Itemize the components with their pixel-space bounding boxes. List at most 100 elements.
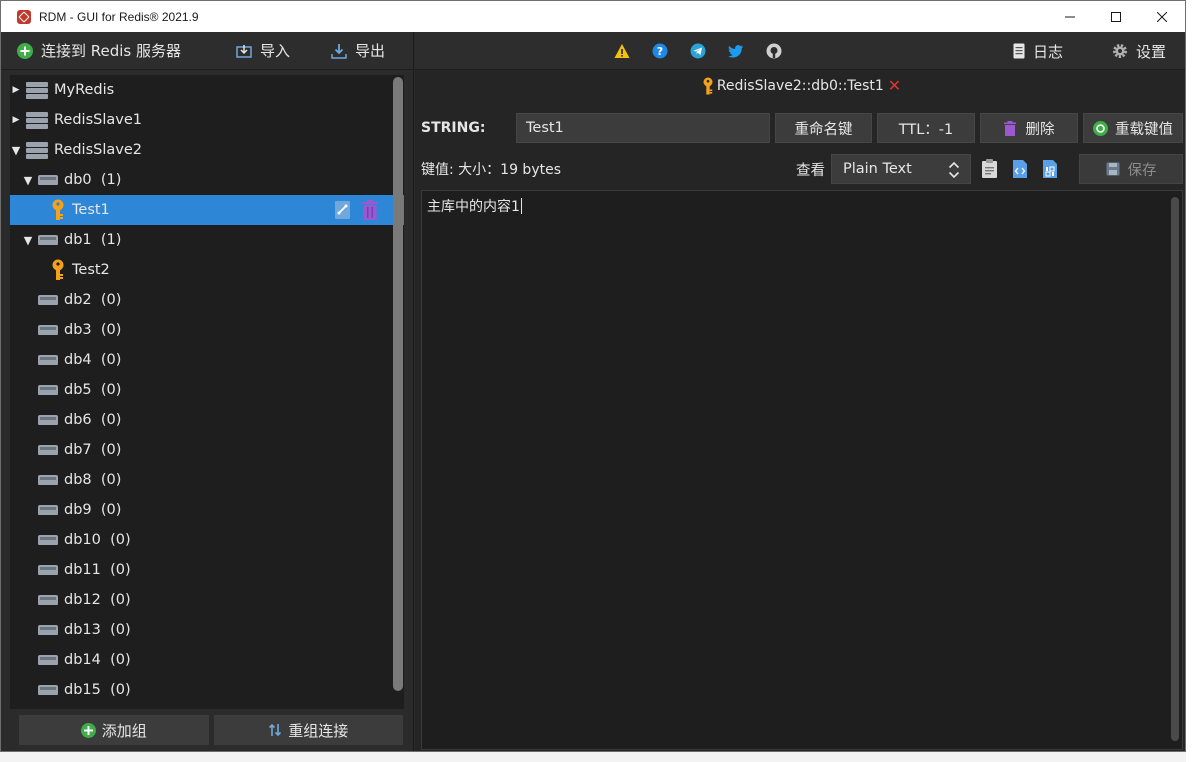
tree-db-db8[interactable]: db8 (0)	[10, 465, 404, 495]
log-icon	[1013, 43, 1025, 59]
app-window: RDM - GUI for Redis® 2021.9 连接到 Redis 服务…	[0, 0, 1186, 752]
regroup-connections-label: 重组连接	[288, 721, 349, 740]
twitter-icon[interactable]	[728, 43, 744, 59]
clipboard-icon[interactable]	[981, 159, 998, 179]
db-name: db0	[64, 172, 92, 188]
plus-circle-icon	[17, 42, 33, 59]
help-icon[interactable]: ?	[652, 43, 668, 59]
svg-text:?: ?	[657, 45, 663, 58]
database-icon	[38, 325, 58, 335]
key-icon	[52, 199, 64, 220]
binary-file-icon[interactable]	[1042, 159, 1058, 179]
tree-server-redisslave2[interactable]: ▼ RedisSlave2	[10, 135, 404, 165]
db-name: db13	[64, 622, 101, 638]
db-count: (1)	[100, 172, 122, 188]
key-detail-panel: ? 日志 设置 RedisSlave2::db0::Test1 ✕ STRING…	[415, 32, 1185, 751]
tree-db-db9[interactable]: db9 (0)	[10, 495, 404, 525]
database-icon	[38, 235, 58, 245]
ttl-button[interactable]: TTL：-1	[877, 113, 975, 143]
key-info-row: STRING: Test1 重命名键 TTL：-1 删除 重载键值	[421, 113, 1183, 143]
tree-db-db10[interactable]: db10 (0)	[10, 525, 404, 555]
text-cursor	[520, 198, 522, 214]
delete-key-button[interactable]: 删除	[980, 113, 1078, 143]
db-count: (0)	[100, 292, 122, 308]
value-editor-text[interactable]: 主库中的内容1	[427, 196, 522, 216]
tree-db-db15[interactable]: db15 (0)	[10, 675, 404, 705]
tree-db-db4[interactable]: db4 (0)	[10, 345, 404, 375]
copy-link-icon[interactable]	[334, 200, 352, 220]
telegram-icon[interactable]	[690, 43, 706, 59]
rename-key-button[interactable]: 重命名键	[775, 113, 872, 143]
db-name: db11	[64, 562, 101, 578]
tree-server-myredis[interactable]: ▶ MyRedis	[10, 75, 404, 105]
tree-db-db0[interactable]: ▼ db0 (1)	[10, 165, 404, 195]
tree-server-redisslave1[interactable]: ▶ RedisSlave1	[10, 105, 404, 135]
info-icons: ?	[614, 43, 782, 59]
database-icon	[38, 685, 58, 695]
db-name: db6	[64, 412, 92, 428]
reload-icon	[1093, 120, 1108, 136]
db-count: (0)	[110, 532, 131, 548]
tree-db-db1[interactable]: ▼ db1 (1)	[10, 225, 404, 255]
value-content: 主库中的内容1	[427, 199, 520, 215]
database-icon	[38, 385, 58, 395]
tree-key-test1[interactable]: Test1	[10, 195, 404, 225]
trash-icon[interactable]	[362, 200, 378, 220]
db-count: (0)	[100, 472, 122, 488]
tree-db-db3[interactable]: db3 (0)	[10, 315, 404, 345]
tree-db-db11[interactable]: db11 (0)	[10, 555, 404, 585]
export-button[interactable]: 导出	[313, 32, 403, 70]
log-button[interactable]: 日志	[1013, 32, 1063, 70]
collapse-arrow-icon[interactable]: ▼	[10, 144, 22, 157]
collapse-arrow-icon[interactable]: ▼	[22, 234, 34, 247]
settings-button[interactable]: 设置	[1112, 32, 1166, 70]
maximize-icon	[1111, 11, 1121, 22]
tree-db-db14[interactable]: db14 (0)	[10, 645, 404, 675]
close-window-button[interactable]	[1139, 1, 1185, 32]
tree-db-db12[interactable]: db12 (0)	[10, 585, 404, 615]
value-action-icons	[981, 159, 1058, 179]
add-group-button[interactable]: 添加组	[19, 715, 209, 745]
log-label: 日志	[1033, 42, 1064, 61]
view-as-label: 查看	[796, 162, 825, 179]
save-value-button[interactable]: 保存	[1079, 154, 1183, 184]
tree-db-db5[interactable]: db5 (0)	[10, 375, 404, 405]
collapse-arrow-icon[interactable]: ▼	[22, 174, 34, 187]
value-editor[interactable]: 主库中的内容1	[421, 190, 1183, 750]
tab-close-icon[interactable]: ✕	[888, 76, 901, 95]
tree-key-test2[interactable]: Test2	[10, 255, 404, 285]
tree-scrollbar[interactable]	[393, 77, 403, 691]
import-label: 导入	[259, 42, 290, 60]
connect-server-button[interactable]: 连接到 Redis 服务器	[1, 32, 201, 70]
import-button[interactable]: 导入	[213, 32, 313, 70]
key-name-input[interactable]: Test1	[516, 113, 770, 143]
reload-key-button[interactable]: 重载键值	[1083, 113, 1183, 143]
minimize-button[interactable]	[1047, 1, 1093, 32]
db-count: (0)	[100, 382, 122, 398]
code-file-icon[interactable]	[1012, 159, 1028, 179]
key-tab[interactable]: RedisSlave2::db0::Test1 ✕	[415, 76, 1185, 95]
left-bottom-bar: 添加组 重组连接	[19, 715, 403, 745]
database-icon	[38, 595, 58, 605]
maximize-button[interactable]	[1093, 1, 1139, 32]
server-icon	[26, 141, 48, 159]
tree-db-db7[interactable]: db7 (0)	[10, 435, 404, 465]
window-title: RDM - GUI for Redis® 2021.9	[39, 9, 199, 24]
server-name: RedisSlave1	[54, 112, 142, 128]
regroup-connections-button[interactable]: 重组连接	[213, 715, 403, 745]
connections-panel: 连接到 Redis 服务器 导入 导出 ▶ MyRedis ▶ RedisSla…	[1, 32, 414, 751]
db-name: db2	[64, 292, 92, 308]
expand-arrow-icon[interactable]: ▶	[10, 85, 22, 95]
db-count: (0)	[100, 442, 122, 458]
tree-db-db6[interactable]: db6 (0)	[10, 405, 404, 435]
expand-arrow-icon[interactable]: ▶	[10, 115, 22, 125]
editor-scrollbar[interactable]	[1171, 197, 1179, 741]
github-icon[interactable]	[766, 43, 782, 59]
tree-db-db13[interactable]: db13 (0)	[10, 615, 404, 645]
tree-db-db2[interactable]: db2 (0)	[10, 285, 404, 315]
warning-icon[interactable]	[614, 43, 630, 59]
database-icon	[38, 505, 58, 515]
db-count: (0)	[100, 352, 122, 368]
format-select[interactable]: Plain Text	[831, 154, 971, 184]
tab-title: RedisSlave2::db0::Test1	[716, 77, 884, 94]
